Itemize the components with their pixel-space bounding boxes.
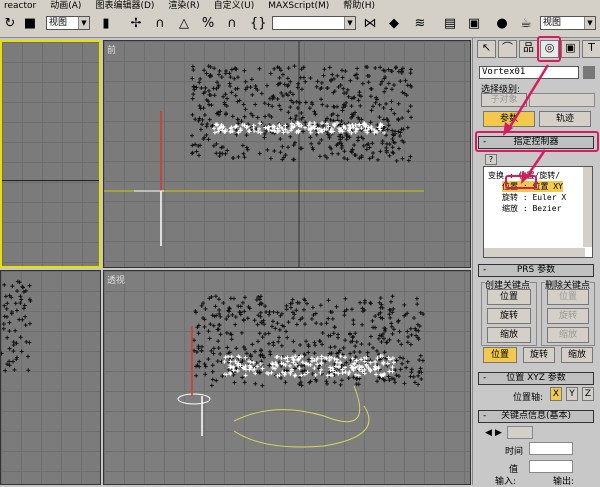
create-rotation-key-button[interactable]: 旋转	[487, 308, 531, 324]
render-icon[interactable]: ☕	[518, 16, 534, 32]
menu-item[interactable]: 渲染(R)	[168, 0, 199, 12]
trajectory	[233, 385, 370, 448]
menu-item[interactable]: 动画(A)	[50, 0, 81, 12]
rotation-mode-button[interactable]: 旋转	[523, 347, 555, 363]
gizmo-ring	[177, 393, 211, 405]
prs-parameters-rollout[interactable]: - PRS 参数	[478, 264, 594, 277]
command-panel: ↖ ⌒ 品 ◎ ▣ T Vortex01 选择级别: 子对象 参数 轨迹 - 指定…	[472, 36, 600, 487]
position-mode-button[interactable]: 位置	[483, 347, 517, 363]
reference-coord-select[interactable]: 视图 ▼	[46, 16, 90, 30]
delete-rotation-key-button[interactable]: 旋转	[547, 308, 589, 324]
axis-z-button[interactable]: Z	[582, 387, 594, 401]
undo-icon[interactable]: ↻	[2, 16, 18, 32]
tree-item-scale[interactable]: 缩放 : Bezier	[502, 203, 561, 214]
scale-mode-button[interactable]: 缩放	[561, 347, 593, 363]
pivot-icon[interactable]: ▮	[98, 16, 114, 32]
position-xyz-rollout[interactable]: - 位置 XYZ 参数	[478, 372, 594, 385]
viewport-bottom-left[interactable]	[0, 270, 101, 485]
menu-item[interactable]: 帮助(H)	[343, 0, 375, 12]
chevron-down-icon: ▼	[584, 17, 595, 29]
menu-item[interactable]: 自定义(U)	[214, 0, 255, 12]
main-toolbar: ↻ ■ 视图 ▼ ▮ ✢ ∩ △ % ∩ {} ▼ ⋈ ◆ ≋ ▤ ▣ ● ☕ 视…	[0, 12, 600, 38]
value-field[interactable]	[529, 460, 573, 473]
position-axis-label: 位置轴:	[513, 393, 544, 403]
annotation-arrows	[503, 64, 550, 184]
time-field[interactable]	[529, 442, 573, 455]
axis-x-button[interactable]: X	[550, 387, 562, 401]
spinner-snap-icon[interactable]: ∩	[224, 16, 240, 32]
create-position-key-button[interactable]: 位置	[487, 289, 531, 305]
menu-item[interactable]: 图表编辑器(D)	[95, 0, 154, 12]
layer-icon[interactable]: ≋	[412, 16, 428, 32]
named-selection-select[interactable]: ▼	[272, 16, 356, 30]
viewport-perspective[interactable]: 透视	[103, 270, 471, 485]
render-view-select[interactable]: 视图 ▼	[540, 16, 596, 30]
manipulate-icon[interactable]: ✢	[128, 16, 144, 32]
menu-item[interactable]: MAXScript(M)	[268, 0, 329, 12]
particle-system	[177, 294, 426, 448]
align-icon[interactable]: ◆	[386, 16, 402, 32]
delete-scale-key-button[interactable]: 缩放	[547, 327, 589, 343]
snap-icon[interactable]: ∩	[152, 16, 168, 32]
schematic-icon[interactable]: ▣	[466, 16, 482, 32]
axis-y-button[interactable]: Y	[566, 387, 578, 401]
particles	[1, 279, 33, 373]
curve-editor-icon[interactable]: ▤	[442, 16, 458, 32]
menu-item[interactable]: reactor	[4, 0, 36, 12]
in-tangent-label: 输入:	[495, 477, 517, 487]
chevron-down-icon: ▼	[78, 17, 89, 29]
key-info-rollout[interactable]: - 关键点信息(基本)	[478, 410, 594, 423]
chevron-down-icon: ▼	[344, 17, 355, 29]
out-tangent-label: 输出:	[553, 477, 575, 487]
prev-key-icon[interactable]: ◀	[485, 428, 492, 438]
viewport-left[interactable]	[0, 40, 101, 268]
key-number-field[interactable]	[507, 426, 533, 439]
delete-position-key-button[interactable]: 位置	[547, 289, 589, 305]
percent-snap-icon[interactable]: %	[200, 16, 216, 32]
mirror-icon[interactable]: ⋈	[362, 16, 378, 32]
material-editor-icon[interactable]: ●	[494, 16, 510, 32]
time-label: 时间	[505, 447, 524, 457]
create-scale-key-button[interactable]: 缩放	[487, 327, 531, 343]
next-key-icon[interactable]: ▶	[495, 428, 502, 438]
named-selection-icon[interactable]: {}	[250, 16, 267, 32]
particle-system	[1, 279, 33, 373]
angle-snap-icon[interactable]: △	[176, 16, 192, 32]
menu-bar: reactor 动画(A) 图表编辑器(D) 渲染(R) 自定义(U) MAXScript…	[0, 0, 600, 12]
tree-hscrollbar[interactable]	[484, 248, 585, 257]
particles	[190, 64, 414, 163]
select-object-icon[interactable]: ■	[22, 16, 38, 32]
